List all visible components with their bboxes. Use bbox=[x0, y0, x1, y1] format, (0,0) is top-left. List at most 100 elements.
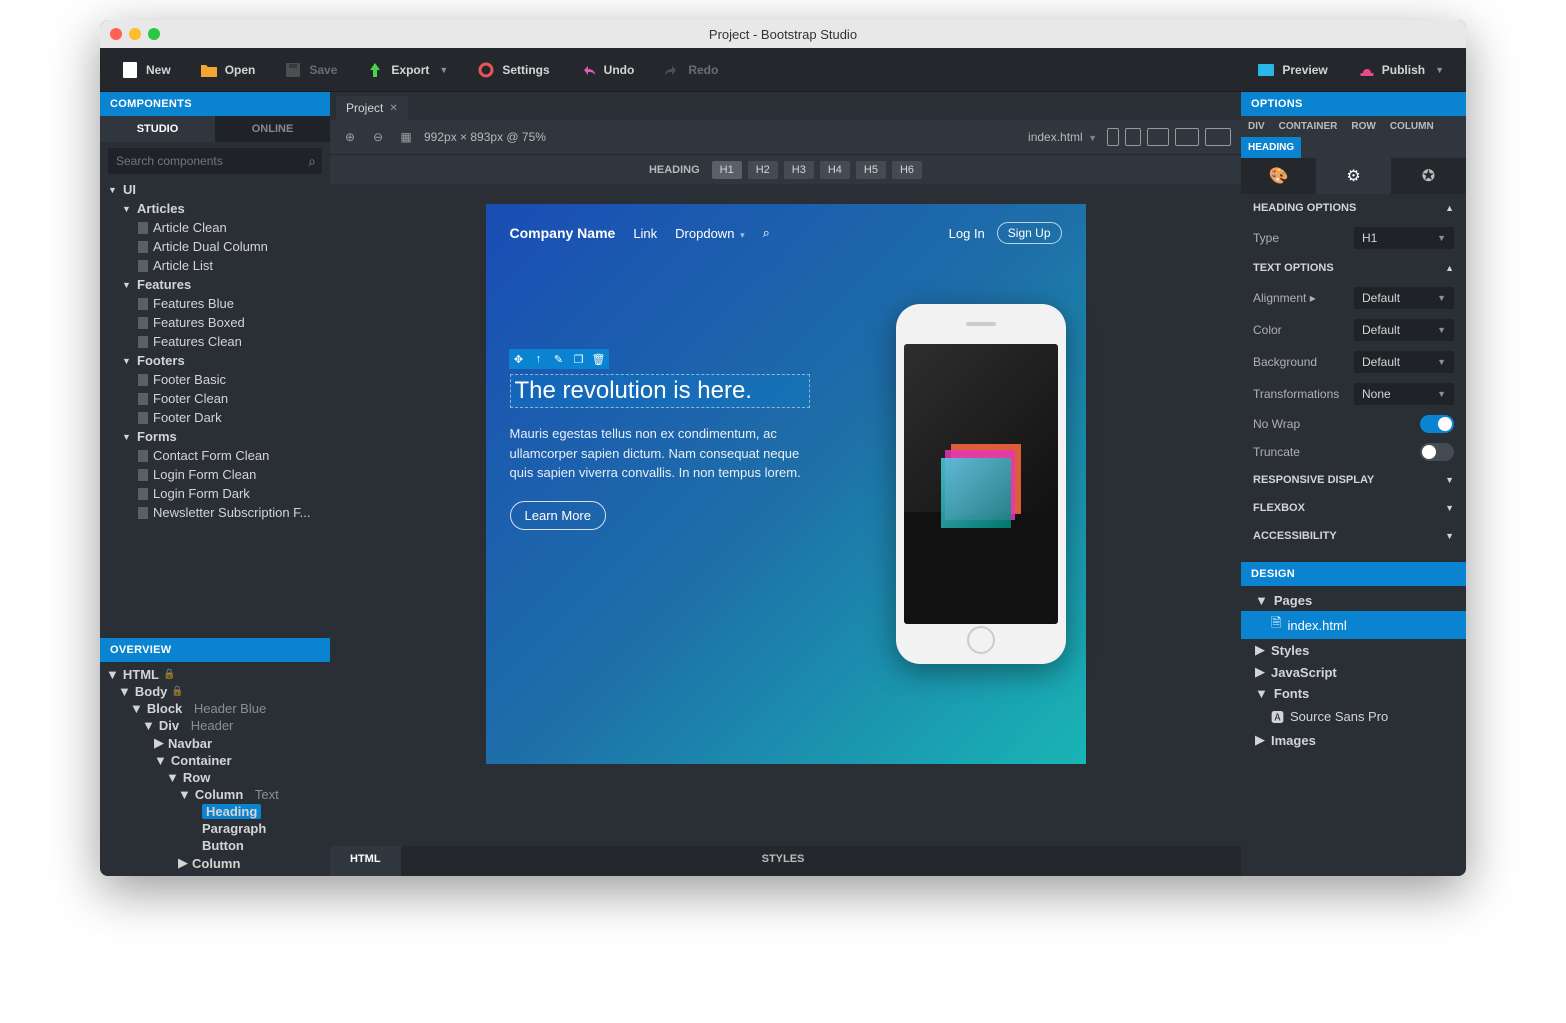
device-tablet-portrait-icon[interactable] bbox=[1125, 128, 1141, 146]
background-select[interactable]: Default▼ bbox=[1354, 351, 1454, 373]
tree-item[interactable]: Login Form Dark bbox=[100, 484, 330, 503]
ov-navbar[interactable]: ▶Navbar bbox=[106, 734, 324, 752]
h3-button[interactable]: H3 bbox=[784, 161, 814, 179]
color-select[interactable]: Default▼ bbox=[1354, 319, 1454, 341]
maximize-window-icon[interactable] bbox=[148, 28, 160, 40]
fit-icon[interactable]: ▦ bbox=[396, 127, 416, 147]
heading-options-section[interactable]: HEADING OPTIONS▲ bbox=[1241, 194, 1466, 222]
file-tab-project[interactable]: Project✕ bbox=[336, 96, 408, 120]
tree-item[interactable]: Footer Clean bbox=[100, 389, 330, 408]
tree-articles[interactable]: ▼Articles bbox=[100, 199, 330, 218]
tab-online[interactable]: ONLINE bbox=[215, 116, 330, 142]
ov-button[interactable]: Button bbox=[106, 837, 324, 854]
export-button[interactable]: Export▼ bbox=[355, 56, 460, 84]
up-icon[interactable]: ↑ bbox=[529, 349, 549, 369]
preview-signup[interactable]: Sign Up bbox=[997, 222, 1062, 244]
crumb-column[interactable]: COLUMN bbox=[1383, 116, 1441, 137]
redo-button[interactable]: Redo bbox=[652, 56, 730, 84]
crumb-heading[interactable]: HEADING bbox=[1241, 137, 1301, 158]
tab-html[interactable]: HTML bbox=[330, 846, 401, 876]
preview-heading-selected[interactable]: ✥ ↑ ✎ ❐ 🗑 The revolution is here. bbox=[510, 374, 810, 408]
tab-styles[interactable]: STYLES bbox=[742, 846, 825, 872]
accessibility-section[interactable]: ACCESSIBILITY▼ bbox=[1241, 522, 1466, 550]
zoom-in-icon[interactable]: ⊕ bbox=[340, 127, 360, 147]
close-window-icon[interactable] bbox=[110, 28, 122, 40]
tree-features[interactable]: ▼Features bbox=[100, 275, 330, 294]
type-select[interactable]: H1▼ bbox=[1354, 227, 1454, 249]
move-icon[interactable]: ✥ bbox=[509, 349, 529, 369]
preview-paragraph[interactable]: Mauris egestas tellus non ex condimentum… bbox=[510, 424, 810, 483]
device-tablet-landscape-icon[interactable] bbox=[1147, 128, 1169, 146]
h5-button[interactable]: H5 bbox=[856, 161, 886, 179]
animation-tab-icon[interactable]: ✪ bbox=[1391, 158, 1466, 194]
ov-container[interactable]: ▼Container bbox=[106, 752, 324, 769]
settings-button[interactable]: Settings bbox=[466, 56, 561, 84]
tree-footers[interactable]: ▼Footers bbox=[100, 351, 330, 370]
device-laptop-icon[interactable] bbox=[1175, 128, 1199, 146]
trash-icon[interactable]: 🗑 bbox=[589, 349, 609, 369]
appearance-tab-icon[interactable]: 🎨 bbox=[1241, 158, 1316, 194]
truncate-toggle[interactable] bbox=[1420, 443, 1454, 461]
duplicate-icon[interactable]: ❐ bbox=[569, 349, 589, 369]
design-font-item[interactable]: 🅰Source Sans Pro bbox=[1241, 704, 1466, 729]
tree-item[interactable]: Features Clean bbox=[100, 332, 330, 351]
ov-row[interactable]: ▼Row bbox=[106, 769, 324, 786]
tab-studio[interactable]: STUDIO bbox=[100, 116, 215, 142]
search-icon[interactable]: ⌕ bbox=[763, 225, 770, 241]
undo-button[interactable]: Undo bbox=[568, 56, 647, 84]
page-preview[interactable]: Company Name Link Dropdown ▾ ⌕ Log In Si… bbox=[486, 204, 1086, 764]
tree-forms[interactable]: ▼Forms bbox=[100, 427, 330, 446]
ov-column2[interactable]: ▶Column bbox=[106, 854, 324, 872]
tree-item[interactable]: Features Boxed bbox=[100, 313, 330, 332]
h2-button[interactable]: H2 bbox=[748, 161, 778, 179]
close-icon[interactable]: ✕ bbox=[389, 103, 397, 114]
alignment-select[interactable]: Default▼ bbox=[1354, 287, 1454, 309]
responsive-section[interactable]: RESPONSIVE DISPLAY▼ bbox=[1241, 466, 1466, 494]
tree-ui[interactable]: ▼UI bbox=[100, 180, 330, 199]
device-phone-icon[interactable] bbox=[1107, 128, 1119, 146]
ov-column[interactable]: ▼Column Text bbox=[106, 786, 324, 803]
transformations-select[interactable]: None▼ bbox=[1354, 383, 1454, 405]
tree-item[interactable]: Features Blue bbox=[100, 294, 330, 313]
design-javascript[interactable]: ▶JavaScript bbox=[1241, 661, 1466, 683]
preview-login[interactable]: Log In bbox=[949, 226, 985, 241]
tree-item[interactable]: Article List bbox=[100, 256, 330, 275]
flexbox-section[interactable]: FLEXBOX▼ bbox=[1241, 494, 1466, 522]
preview-brand[interactable]: Company Name bbox=[510, 225, 616, 241]
edit-icon[interactable]: ✎ bbox=[549, 349, 569, 369]
save-button[interactable]: Save bbox=[273, 56, 349, 84]
tree-item[interactable]: Article Clean bbox=[100, 218, 330, 237]
minimize-window-icon[interactable] bbox=[129, 28, 141, 40]
preview-button[interactable]: Preview bbox=[1246, 56, 1339, 84]
page-selector[interactable]: index.html ▼ bbox=[1028, 130, 1097, 144]
tree-item[interactable]: Contact Form Clean bbox=[100, 446, 330, 465]
design-fonts[interactable]: ▼Fonts bbox=[1241, 683, 1466, 704]
ov-div[interactable]: ▼Div Header bbox=[106, 717, 324, 734]
text-options-section[interactable]: TEXT OPTIONS▲ bbox=[1241, 254, 1466, 282]
preview-learn-more[interactable]: Learn More bbox=[510, 501, 606, 530]
tree-item[interactable]: Article Dual Column bbox=[100, 237, 330, 256]
ov-html[interactable]: ▼HTML 🔒 bbox=[106, 666, 324, 683]
tree-item[interactable]: Footer Dark bbox=[100, 408, 330, 427]
crumb-row[interactable]: ROW bbox=[1344, 116, 1382, 137]
design-images[interactable]: ▶Images bbox=[1241, 729, 1466, 751]
design-index[interactable]: 🗎index.html bbox=[1241, 611, 1466, 639]
h1-button[interactable]: H1 bbox=[712, 161, 742, 179]
design-pages[interactable]: ▼Pages bbox=[1241, 590, 1466, 611]
settings-tab-icon[interactable]: ⚙ bbox=[1316, 158, 1391, 194]
crumb-container[interactable]: CONTAINER bbox=[1272, 116, 1345, 137]
preview-link[interactable]: Link bbox=[633, 226, 657, 241]
crumb-div[interactable]: DIV bbox=[1241, 116, 1272, 137]
open-button[interactable]: Open bbox=[189, 56, 268, 84]
h6-button[interactable]: H6 bbox=[892, 161, 922, 179]
zoom-out-icon[interactable]: ⊖ bbox=[368, 127, 388, 147]
device-desktop-icon[interactable] bbox=[1205, 128, 1231, 146]
search-input[interactable] bbox=[108, 148, 322, 174]
search-icon[interactable]: ⌕ bbox=[308, 153, 316, 170]
h4-button[interactable]: H4 bbox=[820, 161, 850, 179]
ov-block[interactable]: ▼Block Header Blue bbox=[106, 700, 324, 717]
nowrap-toggle[interactable] bbox=[1420, 415, 1454, 433]
design-styles[interactable]: ▶Styles bbox=[1241, 639, 1466, 661]
ov-heading[interactable]: Heading bbox=[106, 803, 324, 820]
tree-item[interactable]: Login Form Clean bbox=[100, 465, 330, 484]
